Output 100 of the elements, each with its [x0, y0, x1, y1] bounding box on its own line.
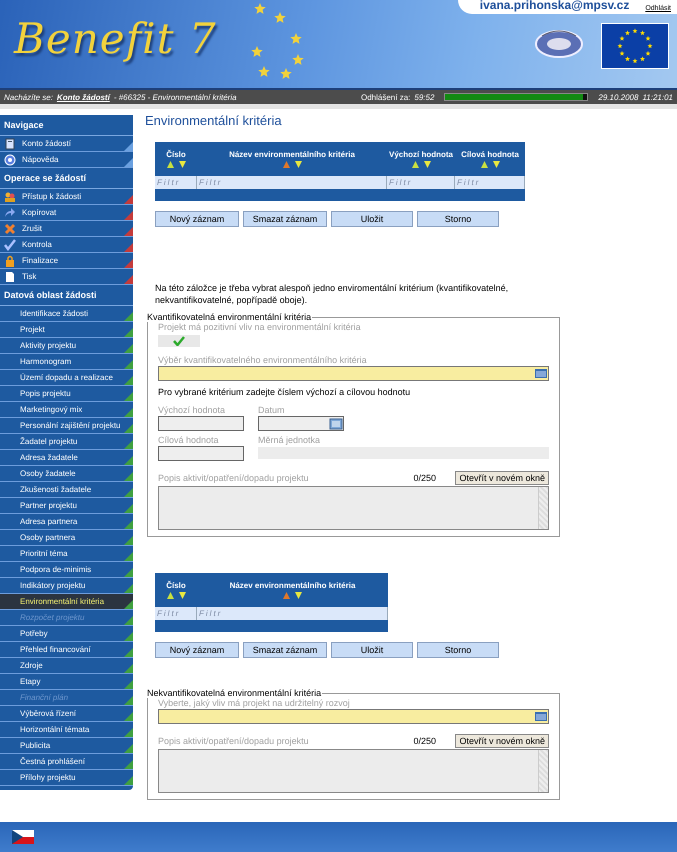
checkmark-icon [4, 238, 16, 250]
sidebar-item[interactable]: Zdroje [0, 658, 133, 674]
people-icon [4, 190, 16, 202]
cross-icon [4, 222, 16, 234]
sidebar-item[interactable]: Adresa žadatele [0, 450, 133, 466]
sidebar-item[interactable]: Zrušit [0, 221, 133, 237]
column-header[interactable]: Cílová hodnota [461, 150, 519, 159]
section-heading: Navigace [0, 115, 133, 136]
filter-field[interactable]: Filtr [155, 176, 197, 189]
page-title: Environmentální kritéria [145, 113, 283, 128]
action-button[interactable]: Uložit [331, 211, 413, 227]
sidebar-item[interactable]: Čestná prohlášení [0, 754, 133, 770]
column-header[interactable]: Název environmentálního kritéria [230, 581, 356, 590]
sidebar-item[interactable]: Popis projektu [0, 386, 133, 402]
sidebar-item[interactable]: Etapy [0, 674, 133, 690]
sidebar-item-label: Přístup k žádosti [22, 191, 82, 203]
document-icon [4, 138, 16, 150]
sidebar-item[interactable]: Přístup k žádosti [0, 189, 133, 205]
filter-field[interactable]: Filtr [197, 176, 387, 189]
sidebar-item[interactable]: Kontrola [0, 237, 133, 253]
sidebar-item[interactable]: Prioritní téma [0, 546, 133, 562]
sidebar-item[interactable]: Osoby partnera [0, 530, 133, 546]
breadcrumb-label: Nacházíte se: [4, 92, 53, 102]
sidebar-item-label: Finalizace [22, 255, 58, 267]
eu-flag-icon [601, 23, 669, 69]
sidebar-item-label: Kontrola [22, 239, 52, 251]
sidebar-item[interactable]: Potřeby [0, 626, 133, 642]
dropdown-field[interactable] [158, 366, 549, 381]
sidebar-item-label: Kopírovat [22, 207, 56, 219]
lock-icon [4, 254, 16, 266]
scrollbar[interactable] [538, 487, 548, 529]
sidebar-item[interactable]: Území dopadu a realizace [0, 370, 133, 386]
scrollbar[interactable] [538, 750, 548, 792]
logout-timer: 59:52 [414, 92, 434, 102]
character-counter: 0/250 [413, 473, 437, 483]
filter-field[interactable]: Filtr [155, 607, 197, 620]
action-button[interactable]: Nový záznam [155, 642, 239, 658]
sidebar-item[interactable]: Aktivity projektu [0, 338, 133, 354]
sidebar-item[interactable]: Projekt [0, 322, 133, 338]
filter-field[interactable]: Filtr [387, 176, 455, 189]
input-field[interactable] [158, 416, 244, 431]
sidebar-item[interactable]: Identifikace žádosti [0, 306, 133, 322]
time-text: 11:21:01 [642, 92, 673, 102]
sidebar-item[interactable]: Osoby žadatele [0, 466, 133, 482]
sidebar-item[interactable]: Zkušenosti žadatele [0, 482, 133, 498]
sidebar-item[interactable]: Marketingový mix [0, 402, 133, 418]
sidebar-item[interactable]: Nápověda [0, 152, 133, 168]
sidebar-item[interactable]: Výběrová řízení [0, 706, 133, 722]
sidebar-item[interactable]: Partner projektu [0, 498, 133, 514]
sidebar-item[interactable]: Konto žádostí [0, 136, 133, 152]
action-button[interactable]: Uložit [331, 642, 413, 658]
sidebar-item[interactable]: Kopírovat [0, 205, 133, 221]
open-window-button[interactable]: Otevřít v novém okně [455, 471, 549, 485]
sidebar-item[interactable]: Tisk [0, 269, 133, 285]
column-header[interactable]: Název environmentálního kritéria [229, 150, 355, 159]
open-window-button[interactable]: Otevřít v novém okně [455, 734, 549, 748]
breadcrumb-link[interactable]: Konto žádostí [56, 92, 110, 102]
column-header[interactable]: Výchozí hodnota [389, 150, 453, 159]
sidebar-item[interactable]: Přílohy projektu [0, 770, 133, 786]
text-area[interactable] [158, 749, 549, 793]
sidebar-item[interactable]: Horizontální témata [0, 722, 133, 738]
sidebar-item[interactable]: Harmonogram [0, 354, 133, 370]
calendar-icon [329, 418, 343, 430]
sidebar-item[interactable]: Adresa partnera [0, 514, 133, 530]
action-button[interactable]: Storno [417, 211, 499, 227]
section-heading: Operace se žádostí [0, 168, 133, 189]
field-label: Cílová hodnota [158, 435, 220, 446]
arrow-icon [4, 206, 16, 218]
field-label: Výchozí hodnota [158, 405, 226, 416]
sidebar-item[interactable]: Personální zajištění projektu [0, 418, 133, 434]
date-text: 29.10.2008 [598, 92, 638, 102]
character-counter: 0/250 [413, 736, 437, 746]
checkbox-label: Projekt má pozitivní vliv na environmentální kritéria [158, 322, 362, 333]
column-header[interactable]: Číslo [166, 150, 186, 159]
sidebar-item-label: Konto žádostí [22, 138, 71, 150]
column-header[interactable]: Číslo [166, 581, 186, 590]
page-icon [4, 270, 16, 282]
list-icon [535, 712, 547, 721]
checkbox[interactable] [158, 335, 200, 347]
field-label: Výběr kvantifikovatelného environmentálního kritéria [158, 355, 368, 366]
filter-field[interactable]: Filtr [455, 176, 525, 189]
sidebar-item[interactable]: Žadatel projektu [0, 434, 133, 450]
sidebar-item-label: Zrušit [22, 223, 42, 235]
action-button[interactable]: Smazat záznam [243, 642, 327, 658]
field-label: Popis aktivit/opatření/dopadu projektu [158, 472, 310, 484]
sidebar-item[interactable]: Podpora de-minimis [0, 562, 133, 578]
date-field[interactable] [258, 416, 344, 431]
action-button[interactable]: Smazat záznam [243, 211, 327, 227]
sidebar-item[interactable]: Publicita [0, 738, 133, 754]
text-area[interactable] [158, 486, 549, 530]
field-label: Popis aktivit/opatření/dopadu projektu [158, 736, 310, 746]
instruction-text: Na této záložce je třeba vybrat alespoň jedno enviromentální kritérium (kvantifikovatelné, nekvantifikovatelné, popřípadě oboje). [155, 282, 510, 306]
input-field[interactable] [158, 446, 244, 461]
sidebar-item[interactable]: Finalizace [0, 253, 133, 269]
action-button[interactable]: Nový záznam [155, 211, 239, 227]
sidebar-item[interactable]: Přehled financování [0, 642, 133, 658]
dropdown-field[interactable] [158, 709, 549, 724]
sidebar-item[interactable]: Environmentální kritéria [0, 594, 133, 610]
filter-field[interactable]: Filtr [197, 607, 388, 620]
action-button[interactable]: Storno [417, 642, 499, 658]
